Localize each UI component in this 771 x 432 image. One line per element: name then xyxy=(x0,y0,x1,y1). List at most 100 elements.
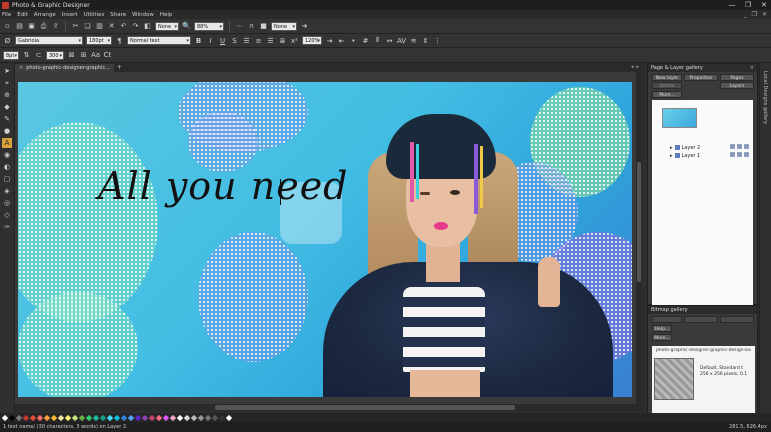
text-style-select[interactable]: Normal text xyxy=(127,36,191,46)
new-tab-button[interactable]: + xyxy=(117,64,122,72)
palette-swatch[interactable] xyxy=(169,414,177,421)
paste-icon[interactable]: ▥ xyxy=(95,22,104,31)
palette-swatch[interactable] xyxy=(113,414,121,421)
palette-swatch[interactable] xyxy=(1,414,9,421)
palette-swatch[interactable] xyxy=(197,414,205,421)
palette-swatch[interactable] xyxy=(22,414,30,421)
ligature-button[interactable]: Ct xyxy=(103,51,112,60)
palette-swatch[interactable] xyxy=(162,414,170,421)
quality-select[interactable]: None xyxy=(271,21,297,32)
align-left-icon[interactable]: ☰ xyxy=(242,36,251,45)
grid-snap-icon[interactable]: ⊞ xyxy=(79,51,88,60)
panel-close-icon[interactable]: × xyxy=(750,64,754,72)
font-name-select[interactable]: Gabriola xyxy=(15,36,83,46)
shape-tool-icon[interactable]: ● xyxy=(2,126,12,136)
palette-swatch[interactable] xyxy=(64,414,72,421)
height-field[interactable]: 300 xyxy=(46,50,64,61)
shadow-tool-icon[interactable]: ▢ xyxy=(2,174,12,184)
horizontal-scroll-thumb[interactable] xyxy=(215,405,515,410)
headline-text[interactable]: All you need xyxy=(98,164,349,208)
page-thumbnail[interactable] xyxy=(662,108,697,128)
magnet-icon[interactable]: ∩ xyxy=(247,22,256,31)
palette-swatch[interactable] xyxy=(85,414,93,421)
menu-file[interactable]: File xyxy=(2,12,11,18)
font-size-select[interactable]: 180pt xyxy=(86,36,112,46)
align-right-icon[interactable]: ☰ xyxy=(266,36,275,45)
bring-forward-icon[interactable]: ◧ xyxy=(143,22,152,31)
bitmap-action-button[interactable] xyxy=(720,316,754,323)
close-button[interactable]: ✕ xyxy=(759,1,769,9)
visibility-icon[interactable] xyxy=(730,144,735,149)
palette-swatch[interactable] xyxy=(8,414,16,421)
layers-button[interactable]: Layers xyxy=(720,82,754,89)
palette-swatch[interactable] xyxy=(15,414,23,421)
print-toggle-icon[interactable] xyxy=(744,152,749,157)
palette-swatch[interactable] xyxy=(190,414,198,421)
superscript-icon[interactable]: x² xyxy=(290,36,299,45)
outline-width-select[interactable]: 8pt xyxy=(3,50,19,61)
palette-swatch[interactable] xyxy=(78,414,86,421)
blend-tool-icon[interactable]: ◈ xyxy=(2,186,12,196)
visibility-icon[interactable] xyxy=(730,152,735,157)
vertical-scrollbar[interactable] xyxy=(636,72,642,404)
palette-swatch[interactable] xyxy=(183,414,191,421)
zoom-mode-select[interactable]: None xyxy=(155,21,179,32)
text-baseline-icon[interactable]: ⇕ xyxy=(421,36,430,45)
palette-swatch[interactable] xyxy=(218,414,226,421)
palette-swatch[interactable] xyxy=(71,414,79,421)
local-designs-tab[interactable]: Local Designs gallery xyxy=(762,71,768,124)
transparency-tool-icon[interactable]: ◐ xyxy=(2,162,12,172)
properties-button[interactable]: Properties xyxy=(684,74,718,81)
horizontal-scrollbar[interactable] xyxy=(15,404,642,411)
doc-restore-icon[interactable]: ❐ xyxy=(752,11,757,18)
artboard[interactable]: All you need xyxy=(18,82,632,397)
save-icon[interactable]: ▣ xyxy=(27,22,36,31)
menu-insert[interactable]: Insert xyxy=(62,12,78,18)
pen-tool-icon[interactable]: ✎ xyxy=(2,114,12,124)
palette-swatch[interactable] xyxy=(36,414,44,421)
maximize-button[interactable]: ❐ xyxy=(743,1,753,9)
arrow-spinner-icon[interactable]: ⇅ xyxy=(22,51,31,60)
more-button[interactable]: More... xyxy=(652,91,682,98)
palette-swatch[interactable] xyxy=(176,414,184,421)
eyedropper-tool-icon[interactable]: ✑ xyxy=(2,222,12,232)
document-tab[interactable]: × photo-graphic-designer-graphic... xyxy=(15,64,114,72)
menu-arrange[interactable]: Arrange xyxy=(34,12,56,18)
palette-swatch[interactable] xyxy=(204,414,212,421)
palette-swatch[interactable] xyxy=(141,414,149,421)
bullets-icon[interactable]: • xyxy=(349,36,358,45)
menu-help[interactable]: Help xyxy=(160,12,173,18)
new-document-icon[interactable]: ▫ xyxy=(3,22,12,31)
zoom-tool-icon[interactable]: ⊕ xyxy=(2,90,12,100)
menu-edit[interactable]: Edit xyxy=(17,12,28,18)
text-options-icon[interactable]: ⋮ xyxy=(433,36,442,45)
text-fit-icon[interactable]: ↔ xyxy=(385,36,394,45)
italic-button[interactable]: I xyxy=(206,36,215,45)
delete-button[interactable]: Delete xyxy=(652,82,682,89)
tab-close-icon[interactable]: × xyxy=(19,64,23,72)
vertical-scroll-thumb[interactable] xyxy=(637,162,641,282)
shape-icon[interactable]: ■ xyxy=(259,22,268,31)
delete-icon[interactable]: ✕ xyxy=(107,22,116,31)
strike-button[interactable]: S xyxy=(230,36,239,45)
minimize-button[interactable]: — xyxy=(727,1,737,9)
new-layer-button[interactable]: New layer xyxy=(652,74,682,81)
canvas-area[interactable]: All you need xyxy=(15,72,642,404)
palette-swatch[interactable] xyxy=(134,414,142,421)
numbering-icon[interactable]: # xyxy=(361,36,370,45)
bitmap-action-button[interactable] xyxy=(652,316,682,323)
palette-swatch[interactable] xyxy=(106,414,114,421)
link-icon[interactable]: ⊂ xyxy=(34,51,43,60)
print-toggle-icon[interactable] xyxy=(744,144,749,149)
palette-swatch[interactable] xyxy=(99,414,107,421)
bitmap-help-button[interactable]: Help... xyxy=(652,325,672,332)
palette-swatch[interactable] xyxy=(155,414,163,421)
fill-tool-icon[interactable]: ◉ xyxy=(2,150,12,160)
menu-share[interactable]: Share xyxy=(110,12,126,18)
text-wrap-icon[interactable]: ≋ xyxy=(409,36,418,45)
expand-icon[interactable]: ▸ xyxy=(670,153,673,159)
eraser-tool-icon[interactable]: ◆ xyxy=(2,102,12,112)
zoom-percent-select[interactable]: 88% xyxy=(194,21,224,32)
align-center-icon[interactable]: ≡ xyxy=(254,36,263,45)
doc-close-icon[interactable]: × xyxy=(762,11,767,18)
